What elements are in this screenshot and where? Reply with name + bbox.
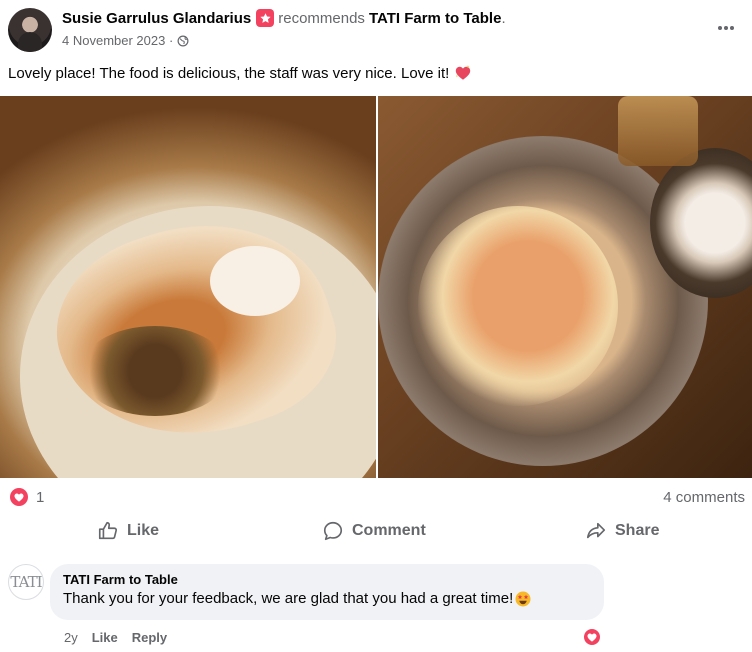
comment-like-link[interactable]: Like [92, 630, 118, 645]
share-label: Share [615, 522, 660, 539]
comment-label: Comment [352, 522, 426, 539]
like-label: Like [127, 522, 160, 539]
reaction-count[interactable]: 1 [36, 489, 44, 506]
globe-icon [177, 35, 189, 46]
comment-reply-link[interactable]: Reply [132, 630, 167, 645]
reactions-row: 1 4 comments [0, 486, 752, 510]
post-date[interactable]: 4 November 2023 · [62, 33, 173, 48]
commenter-name[interactable]: TATI Farm to Table [63, 571, 591, 588]
author-name[interactable]: Susie Garrulus Glandarius [62, 10, 251, 27]
comment-button[interactable]: Comment [322, 520, 426, 542]
recommend-verb: recommends [278, 9, 365, 27]
recommended-page-name[interactable]: TATI Farm to Table [369, 10, 502, 27]
garnish-shape [80, 326, 230, 416]
comment-bubble-icon [323, 521, 343, 541]
sauce-shape [418, 206, 618, 406]
like-button[interactable]: Like [97, 520, 159, 542]
post-actions: Like Comment Share [0, 516, 752, 550]
post-caption: Lovely place! The food is delicious, the… [8, 64, 472, 82]
sparkling-heart-icon [455, 65, 471, 80]
comment-love-reaction-icon[interactable] [582, 627, 602, 647]
comment-age[interactable]: 2y [64, 630, 78, 645]
share-button[interactable]: Share [585, 520, 659, 542]
commenter-avatar[interactable]: TATI [8, 564, 44, 600]
thumbs-up-icon [98, 521, 118, 540]
post-header: Susie Garrulus Glandarius recommends TAT… [0, 0, 752, 58]
commenter-avatar-logo: TATI [10, 573, 42, 591]
glass-shape [618, 96, 698, 166]
post-meta: 4 November 2023 · [62, 33, 189, 48]
title-period: . [501, 9, 506, 27]
comment-bubble: TATI Farm to Table Thank you for your fe… [50, 564, 604, 620]
photo-right[interactable] [378, 96, 752, 478]
comment-text: Thank you for your feedback, we are glad… [63, 590, 514, 607]
comment-text-line: Thank you for your feedback, we are glad… [63, 588, 591, 610]
comment-meta: 2y Like Reply [64, 630, 167, 645]
author-avatar[interactable] [8, 8, 52, 52]
recommendation-icon [256, 9, 275, 27]
comments-count[interactable]: 4 comments [663, 489, 745, 506]
more-options-icon[interactable] [714, 16, 738, 40]
comment-item: TATI TATI Farm to Table Thank you for yo… [0, 562, 752, 652]
egg-shape [210, 246, 300, 316]
love-reaction-icon[interactable] [10, 488, 28, 506]
star-struck-icon [515, 591, 531, 607]
caption-text: Lovely place! The food is delicious, the… [8, 64, 450, 82]
share-arrow-icon [586, 522, 606, 539]
photo-left[interactable] [0, 96, 376, 478]
post-title-line: Susie Garrulus Glandarius recommends TAT… [62, 9, 506, 27]
